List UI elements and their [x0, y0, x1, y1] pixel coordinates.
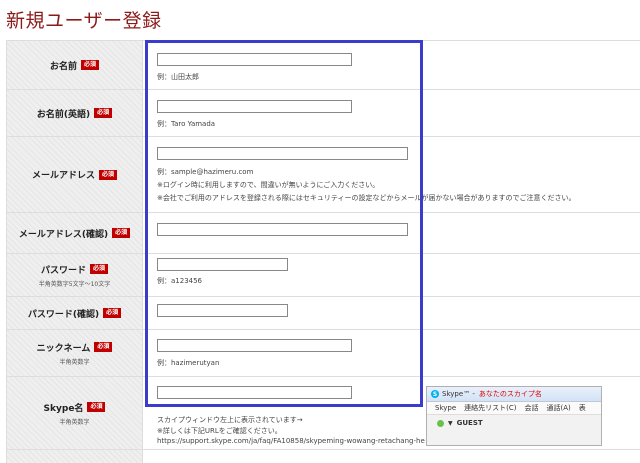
required-badge: 必須: [103, 308, 122, 318]
row-password-confirm: パスワード(確認) 必須: [7, 297, 640, 330]
row-next: [7, 450, 640, 463]
row-password: パスワード 必須 半角英数字5文字〜10文字 例：a123456: [7, 254, 640, 297]
label-cell: お名前(英語) 必須: [7, 90, 143, 136]
nickname-input[interactable]: [157, 339, 352, 352]
field-hint: 半角英数字: [59, 358, 90, 366]
skype-menu-item: 連絡先リスト(C): [464, 404, 517, 412]
skype-menu-item: 表: [578, 404, 586, 412]
field-hint: 半角英数字: [59, 418, 90, 426]
field-label: メールアドレス: [31, 171, 95, 181]
row-name: お名前 必須 例：山田太郎: [7, 41, 640, 90]
label-cell: メールアドレス(確認) 必須: [7, 213, 143, 253]
skype-titlebar: S Skype™ - あなたのスカイプ名: [427, 387, 601, 402]
required-badge: 必須: [99, 169, 118, 180]
example-text: 例：山田太郎: [157, 73, 199, 81]
field-label: ニックネーム: [36, 343, 91, 354]
required-badge: 必須: [90, 264, 109, 274]
field-label: メールアドレス(確認): [18, 229, 109, 240]
label-cell: メールアドレス 必須: [7, 137, 143, 212]
email-input[interactable]: [157, 147, 408, 160]
skype-name-hint: あなたのスカイプ名: [478, 390, 542, 398]
required-badge: 必須: [87, 402, 106, 412]
field-label: お名前(英語): [36, 109, 91, 120]
chevron-down-icon: ▼: [448, 419, 453, 427]
skype-note: スカイプウィンドウ左上に表示されています→: [157, 416, 303, 424]
skype-menu-item: Skype: [435, 404, 457, 412]
password-input[interactable]: [157, 258, 288, 271]
skype-input[interactable]: [157, 386, 352, 399]
skype-menu-item: 通話(A): [546, 404, 571, 412]
field-label: Skype名: [43, 403, 84, 414]
skype-note: ※詳しくは下記URLをご確認ください。: [157, 427, 282, 435]
example-text: 例：hazimerutyan: [157, 359, 220, 367]
skype-window-screenshot: S Skype™ - あなたのスカイプ名 Skype 連絡先リスト(C) 会話 …: [426, 386, 602, 446]
required-badge: 必須: [94, 108, 113, 118]
skype-username: GUEST: [456, 419, 483, 427]
skype-help-link[interactable]: https://support.skype.com/ja/faq/FA10858…: [157, 437, 425, 445]
example-text: 例：sample@hazimeru.com: [157, 168, 254, 176]
label-cell: ニックネーム 必須 半角英数字: [7, 330, 143, 376]
label-cell: お名前 必須: [7, 41, 143, 89]
email-confirm-input[interactable]: [157, 223, 408, 236]
label-cell: パスワード 必須 半角英数字5文字〜10文字: [7, 254, 143, 296]
password-confirm-input[interactable]: [157, 304, 288, 317]
email-note: ※ログイン時に利用しますので、間違いが無いようにご入力ください。: [157, 181, 380, 189]
field-label: パスワード(確認): [27, 309, 100, 320]
skype-menu: Skype 連絡先リスト(C) 会話 通話(A) 表: [427, 402, 601, 415]
name-en-input[interactable]: [157, 100, 352, 113]
required-badge: 必須: [112, 228, 131, 238]
skype-title: Skype™ -: [442, 390, 475, 398]
label-cell: Skype名 必須 半角英数字: [7, 377, 143, 449]
row-email: メールアドレス 必須 例：sample@hazimeru.com ※ログイン時に利…: [7, 137, 640, 213]
row-name-en: お名前(英語) 必須 例：Taro Yamada: [7, 90, 640, 137]
row-nickname: ニックネーム 必須 半角英数字 例：hazimerutyan: [7, 330, 640, 377]
label-cell: [7, 450, 143, 463]
row-email-confirm: メールアドレス(確認) 必須: [7, 213, 640, 254]
online-status-icon: [437, 419, 444, 427]
field-hint: 半角英数字5文字〜10文字: [38, 280, 111, 288]
label-cell: パスワード(確認) 必須: [7, 297, 143, 329]
page-title: 新規ユーザー登録: [6, 10, 162, 32]
example-text: 例：a123456: [157, 277, 203, 285]
name-input[interactable]: [157, 53, 352, 66]
skype-menu-item: 会話: [524, 404, 539, 412]
skype-logo-icon: S: [431, 390, 439, 398]
required-badge: 必須: [94, 342, 113, 352]
email-note: ※会社でご利用のアドレスを登録される際にはセキュリティーの設定などからメールが届…: [157, 194, 576, 202]
example-text: 例：Taro Yamada: [157, 120, 216, 128]
field-label: パスワード: [40, 265, 86, 276]
skype-user: ▼ GUEST: [427, 415, 601, 431]
required-badge: 必須: [81, 60, 100, 70]
field-label: お名前: [49, 61, 77, 72]
